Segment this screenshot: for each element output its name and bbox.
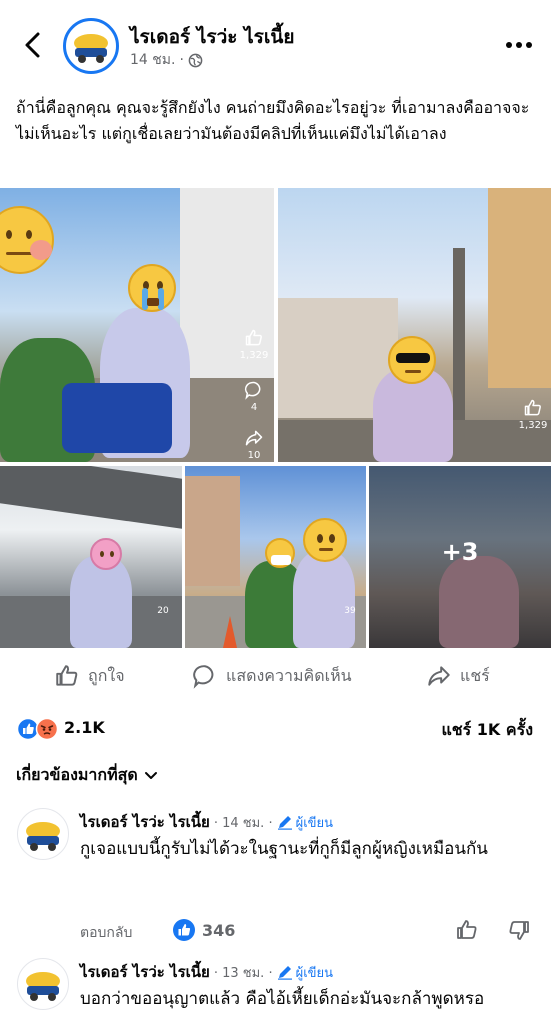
post-photo-3[interactable]: 20 <box>0 466 182 648</box>
photo-share-stat[interactable]: 10 <box>237 428 271 461</box>
photo-comment-stat[interactable]: 4 <box>237 380 271 413</box>
post-photo-1[interactable]: 1,329 4 10 <box>0 188 274 462</box>
comment-text: กูเจอแบบนี้กูรับไม่ได้วะในฐานะที่กูก็มีล… <box>80 839 488 859</box>
photo-like-stat[interactable]: 1,329 <box>237 328 271 361</box>
right-building-shape <box>488 188 551 388</box>
page-logo-icon <box>26 972 60 1001</box>
photo-comment-stat[interactable]: 20 <box>150 606 176 616</box>
person-right <box>293 551 355 648</box>
comment-author[interactable]: ไรเดอร์ ไรว่ะ ไรเนี้ย <box>80 810 210 834</box>
downvote-thumb-icon[interactable] <box>507 918 531 942</box>
comment-item: ไรเดอร์ ไรว่ะ ไรเนี้ย · 13 ชม. · ผู้เขีย… <box>0 958 551 1024</box>
reply-button[interactable]: ตอบกลับ <box>80 922 132 944</box>
emoji-sticker-icon <box>0 206 54 274</box>
reaction-stats: 2.1K แชร์ 1K ครั้ง <box>0 712 551 746</box>
comment-header: ไรเดอร์ ไรว่ะ ไรเนี้ย · 14 ชม. · ผู้เขีย… <box>80 810 333 834</box>
comment-item: ไรเดอร์ ไรว่ะ ไรเนี้ย · 14 ชม. · ผู้เขีย… <box>0 808 551 950</box>
meta-separator: · <box>179 52 184 68</box>
comment-header: ไรเดอร์ ไรว่ะ ไรเนี้ย · 13 ชม. · ผู้เขีย… <box>80 960 333 984</box>
photo-share-count: 10 <box>247 450 261 461</box>
share-button[interactable]: แชร์ <box>426 652 490 700</box>
page-logo-icon <box>68 23 114 69</box>
share-arrow-icon <box>245 430 263 446</box>
page-name[interactable]: ไรเดอร์ ไรว่ะ ไรเนี้ย <box>130 22 294 52</box>
thumbs-up-icon <box>524 399 541 416</box>
building-shape <box>185 476 240 586</box>
comment-text: บอกว่าขออนุญาตแล้ว คือไอ้เหี้ยเด็กอ่ะมัน… <box>80 989 485 1009</box>
comment-label: แสดงความคิดเห็น <box>226 665 352 685</box>
more-photos-count[interactable]: +3 <box>369 538 551 566</box>
crying-emoji-icon <box>128 264 176 312</box>
photo-comment-count: 39 <box>344 606 356 616</box>
sunglasses-emoji-icon <box>388 336 436 384</box>
comment-time: · 14 ชม. · <box>213 815 273 831</box>
photo-like-stat[interactable]: 1,329 <box>516 398 550 431</box>
comment-avatar[interactable] <box>17 958 69 1010</box>
comment-footer: ตอบกลับ 346 <box>80 918 540 946</box>
author-badge-label: ผู้เขียน <box>295 815 334 831</box>
comment-avatar[interactable] <box>17 808 69 860</box>
share-arrow-icon <box>428 666 450 686</box>
comment-author[interactable]: ไรเดอร์ ไรว่ะ ไรเนี้ย <box>80 960 210 984</box>
person-center <box>70 556 132 648</box>
post-text: ถ้านี่คือลูกคุณ คุณจะรู้สึกยังไง คนถ่ายม… <box>16 98 530 143</box>
angry-reaction-icon <box>35 717 59 741</box>
post-photo-2[interactable]: 1,329 <box>278 188 551 462</box>
reaction-count[interactable]: 2.1K <box>64 718 105 737</box>
emoji-sticker-icon <box>90 538 122 570</box>
reaction-icons[interactable] <box>16 717 62 741</box>
pencil-icon <box>277 966 292 980</box>
share-label: แชร์ <box>460 665 490 685</box>
comment-sort-dropdown[interactable]: เกี่ยวข้องมากที่สุด <box>16 763 158 788</box>
comment-like-count: 346 <box>202 920 236 940</box>
globe-icon <box>188 53 203 67</box>
upvote-thumb-icon[interactable] <box>455 918 479 942</box>
roof-shape <box>0 466 182 529</box>
headphones-emoji-icon <box>303 518 347 562</box>
photo-like-count: 1,329 <box>239 350 269 361</box>
post-photo-5[interactable]: +3 <box>369 466 551 648</box>
photo-comment-count: 4 <box>250 402 258 413</box>
post-timestamp[interactable]: 14 ชม. <box>130 49 175 71</box>
chevron-down-icon <box>144 771 157 779</box>
photo-comment-stat[interactable]: 39 <box>337 606 363 616</box>
post-photo-4[interactable]: 39 <box>185 466 366 648</box>
mask-emoji-icon <box>265 538 295 568</box>
like-button[interactable]: ถูกใจ <box>54 652 125 700</box>
post-action-bar: ถูกใจ แสดงความคิดเห็น แชร์ <box>0 652 551 700</box>
back-arrow-icon[interactable] <box>18 30 48 60</box>
comment-bubble-icon <box>244 381 261 400</box>
thumbs-up-icon <box>245 329 262 346</box>
author-badge-label: ผู้เขียน <box>295 965 334 981</box>
more-options-icon[interactable] <box>505 40 533 50</box>
page-avatar[interactable] <box>63 18 119 74</box>
comment-likes[interactable]: 346 <box>172 918 235 942</box>
skirt-shape <box>62 383 172 453</box>
post-meta: 14 ชม. · <box>130 49 203 71</box>
photo-comment-count: 20 <box>157 606 169 616</box>
author-badge: ผู้เขียน <box>277 962 333 983</box>
comment-time: · 13 ชม. · <box>213 965 273 981</box>
like-reaction-icon <box>173 919 195 941</box>
like-label: ถูกใจ <box>88 665 125 685</box>
page-logo-icon <box>26 822 60 851</box>
thumbs-up-icon <box>56 665 78 686</box>
share-count[interactable]: แชร์ 1K ครั้ง <box>441 718 533 743</box>
post-header: ไรเดอร์ ไรว่ะ ไรเนี้ย 14 ชม. · <box>0 0 551 90</box>
pencil-icon <box>277 816 292 830</box>
photo-like-count: 1,329 <box>518 420 548 431</box>
comment-bubble-icon <box>193 665 214 689</box>
comment-button[interactable]: แสดงความคิดเห็น <box>192 652 352 700</box>
author-badge: ผู้เขียน <box>277 812 333 833</box>
sort-label: เกี่ยวข้องมากที่สุด <box>16 765 138 784</box>
